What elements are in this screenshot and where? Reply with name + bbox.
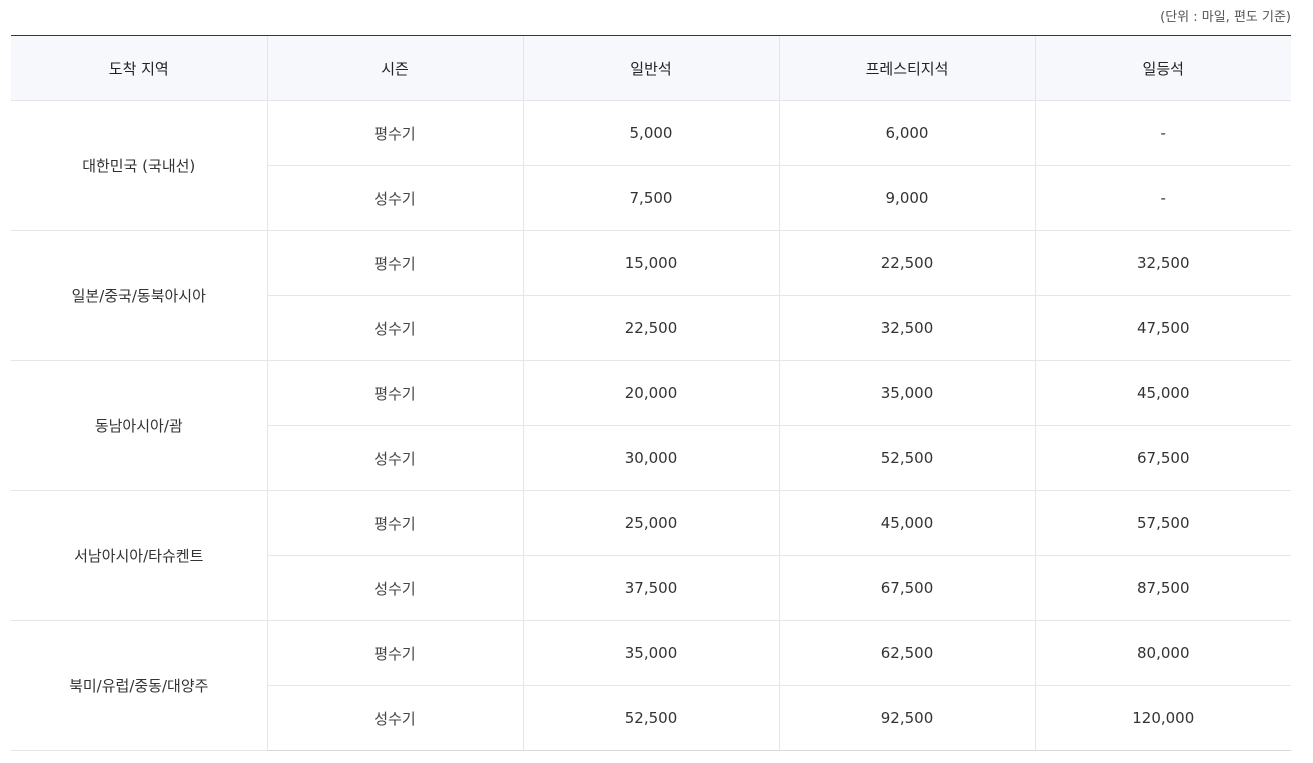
season-cell: 평수기 — [266, 620, 523, 686]
prestige-cell: 9,000 — [778, 165, 1035, 231]
table-header-row: 도착 지역 시즌 일반석 프레스티지석 일등석 — [11, 35, 1291, 101]
economy-cell: 7,500 — [522, 165, 779, 231]
first-cell: 80,000 — [1034, 620, 1291, 686]
economy-cell: 5,000 — [522, 100, 779, 166]
header-first: 일등석 — [1034, 35, 1291, 101]
season-cell: 평수기 — [266, 490, 523, 556]
economy-cell: 15,000 — [522, 230, 779, 296]
season-cell: 성수기 — [266, 295, 523, 361]
first-cell: 120,000 — [1034, 685, 1291, 751]
table-row: 일본/중국/동북아시아 평수기 15,000 22,500 32,500 — [11, 230, 1291, 361]
region-cell: 북미/유럽/중동/대양주 — [11, 620, 267, 751]
first-cell: - — [1034, 165, 1291, 231]
economy-cell: 37,500 — [522, 555, 779, 621]
table-row: 서남아시아/타슈켄트 평수기 25,000 45,000 57,500 — [11, 490, 1291, 621]
prestige-cell: 92,500 — [778, 685, 1035, 751]
season-cell: 성수기 — [266, 165, 523, 231]
prestige-cell: 67,500 — [778, 555, 1035, 621]
first-cell: 57,500 — [1034, 490, 1291, 556]
table-row: 동남아시아/괌 평수기 20,000 35,000 45,000 — [11, 360, 1291, 491]
prestige-cell: 22,500 — [778, 230, 1035, 296]
prestige-cell: 52,500 — [778, 425, 1035, 491]
unit-note: (단위 : 마일, 편도 기준) — [1160, 10, 1291, 25]
first-cell: 87,500 — [1034, 555, 1291, 621]
mileage-table-container: 도착 지역 시즌 일반석 프레스티지석 일등석 대한민국 (국내선) 평수기 5… — [11, 35, 1291, 751]
economy-cell: 25,000 — [522, 490, 779, 556]
economy-cell: 22,500 — [522, 295, 779, 361]
region-cell: 대한민국 (국내선) — [11, 100, 267, 231]
header-prestige: 프레스티지석 — [778, 35, 1035, 101]
first-cell: 32,500 — [1034, 230, 1291, 296]
season-cell: 성수기 — [266, 425, 523, 491]
season-cell: 성수기 — [266, 555, 523, 621]
region-cell: 서남아시아/타슈켄트 — [11, 490, 267, 621]
header-season: 시즌 — [266, 35, 523, 101]
economy-cell: 52,500 — [522, 685, 779, 751]
region-cell: 일본/중국/동북아시아 — [11, 230, 267, 361]
table-row: 북미/유럽/중동/대양주 평수기 35,000 62,500 80,000 — [11, 620, 1291, 751]
header-destination: 도착 지역 — [11, 35, 267, 101]
season-cell: 평수기 — [266, 360, 523, 426]
prestige-cell: 45,000 — [778, 490, 1035, 556]
table-row: 대한민국 (국내선) 평수기 5,000 6,000 - — [11, 100, 1291, 231]
season-cell: 성수기 — [266, 685, 523, 751]
prestige-cell: 35,000 — [778, 360, 1035, 426]
prestige-cell: 32,500 — [778, 295, 1035, 361]
economy-cell: 20,000 — [522, 360, 779, 426]
economy-cell: 30,000 — [522, 425, 779, 491]
first-cell: - — [1034, 100, 1291, 166]
prestige-cell: 62,500 — [778, 620, 1035, 686]
economy-cell: 35,000 — [522, 620, 779, 686]
header-economy: 일반석 — [522, 35, 779, 101]
prestige-cell: 6,000 — [778, 100, 1035, 166]
season-cell: 평수기 — [266, 100, 523, 166]
first-cell: 67,500 — [1034, 425, 1291, 491]
mileage-table: 도착 지역 시즌 일반석 프레스티지석 일등석 대한민국 (국내선) 평수기 5… — [11, 35, 1291, 751]
first-cell: 47,500 — [1034, 295, 1291, 361]
first-cell: 45,000 — [1034, 360, 1291, 426]
season-cell: 평수기 — [266, 230, 523, 296]
region-cell: 동남아시아/괌 — [11, 360, 267, 491]
